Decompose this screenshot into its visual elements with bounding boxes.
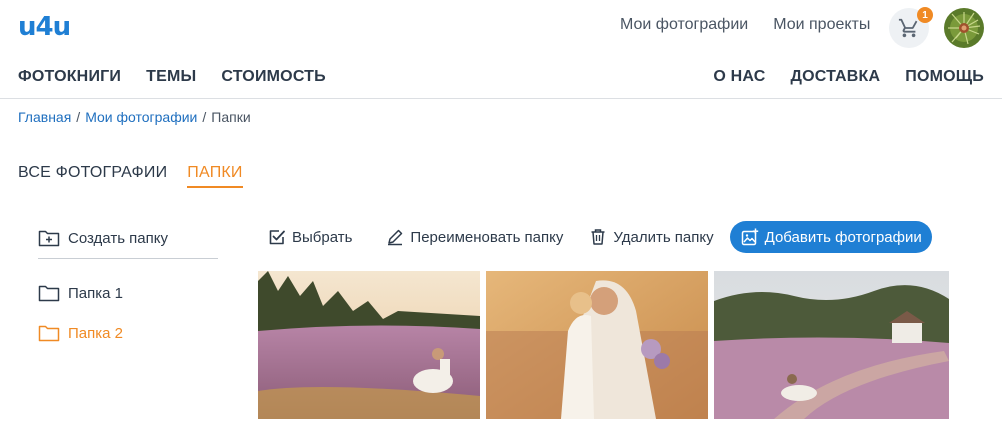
logo-text: u4u [18,12,71,42]
main-nav: ФОТОКНИГИ ТЕМЫ СТОИМОСТЬ О НАС ДОСТАВКА … [18,68,984,88]
cart-icon [898,18,918,38]
nav-help[interactable]: ПОМОЩЬ [905,68,984,86]
avatar[interactable] [944,8,984,48]
cart-count-badge: 1 [917,7,933,23]
my-projects-link[interactable]: Мои проекты [773,16,870,34]
nav-photobooks[interactable]: ФОТОКНИГИ [18,68,121,86]
folder-item-1[interactable]: Папка 1 [38,281,218,305]
photo-thumbnail[interactable] [258,271,480,419]
add-photos-button[interactable]: Добавить фотографии [729,221,932,253]
create-folder-label: Создать папку [68,229,168,247]
nav-divider [0,98,1002,99]
folder-plus-icon [38,230,60,247]
breadcrumb-current: Папки [211,109,251,125]
nav-pricing[interactable]: СТОИМОСТЬ [221,68,325,86]
cart-button[interactable]: 1 [889,7,933,48]
nav-delivery[interactable]: ДОСТАВКА [790,68,880,86]
breadcrumb-my-photos[interactable]: Мои фотографии [85,109,197,125]
logo[interactable]: u4u [18,12,71,42]
rename-folder-button[interactable]: Переименовать папку [386,221,563,253]
breadcrumb-home[interactable]: Главная [18,109,71,125]
pencil-icon [388,229,403,246]
create-folder-button[interactable]: Создать папку [38,226,218,250]
checkbox-icon [269,230,285,245]
delete-folder-button[interactable]: Удалить папку [589,221,714,253]
add-photos-label: Добавить фотографии [764,228,922,246]
tabs: ВСЕ ФОТОГРАФИИ ПАПКИ [18,164,243,188]
nav-themes[interactable]: ТЕМЫ [146,68,196,86]
photo-thumbnail[interactable] [714,271,949,419]
breadcrumb-separator: / [76,109,81,125]
folder-item-label: Папка 1 [68,284,123,302]
folders-sidebar: Создать папку Папка 1 Папка 2 [38,226,218,345]
breadcrumb-separator: / [202,109,207,125]
tab-all-photos[interactable]: ВСЕ ФОТОГРАФИИ [18,164,167,188]
select-button[interactable]: Выбрать [268,221,352,253]
tab-folders[interactable]: ПАПКИ [187,164,243,188]
my-photos-link[interactable]: Мои фотографии [620,16,748,34]
folder-toolbar: Выбрать Переименовать папку Удалить папк… [268,221,932,253]
folder-icon [38,325,60,342]
select-label: Выбрать [292,228,353,246]
photo-thumbnail[interactable] [486,271,708,419]
nav-about[interactable]: О НАС [713,68,765,86]
folder-item-label: Папка 2 [68,324,123,342]
rename-label: Переименовать папку [410,228,564,246]
add-image-icon [741,228,758,246]
folder-icon [38,285,60,302]
top-links: Мои фотографии Мои проекты [620,16,870,34]
trash-icon [591,229,605,245]
folder-item-2[interactable]: Папка 2 [38,321,218,345]
breadcrumb: Главная / Мои фотографии / Папки [18,109,251,125]
sidebar-divider [38,258,218,259]
delete-label: Удалить папку [613,228,714,246]
